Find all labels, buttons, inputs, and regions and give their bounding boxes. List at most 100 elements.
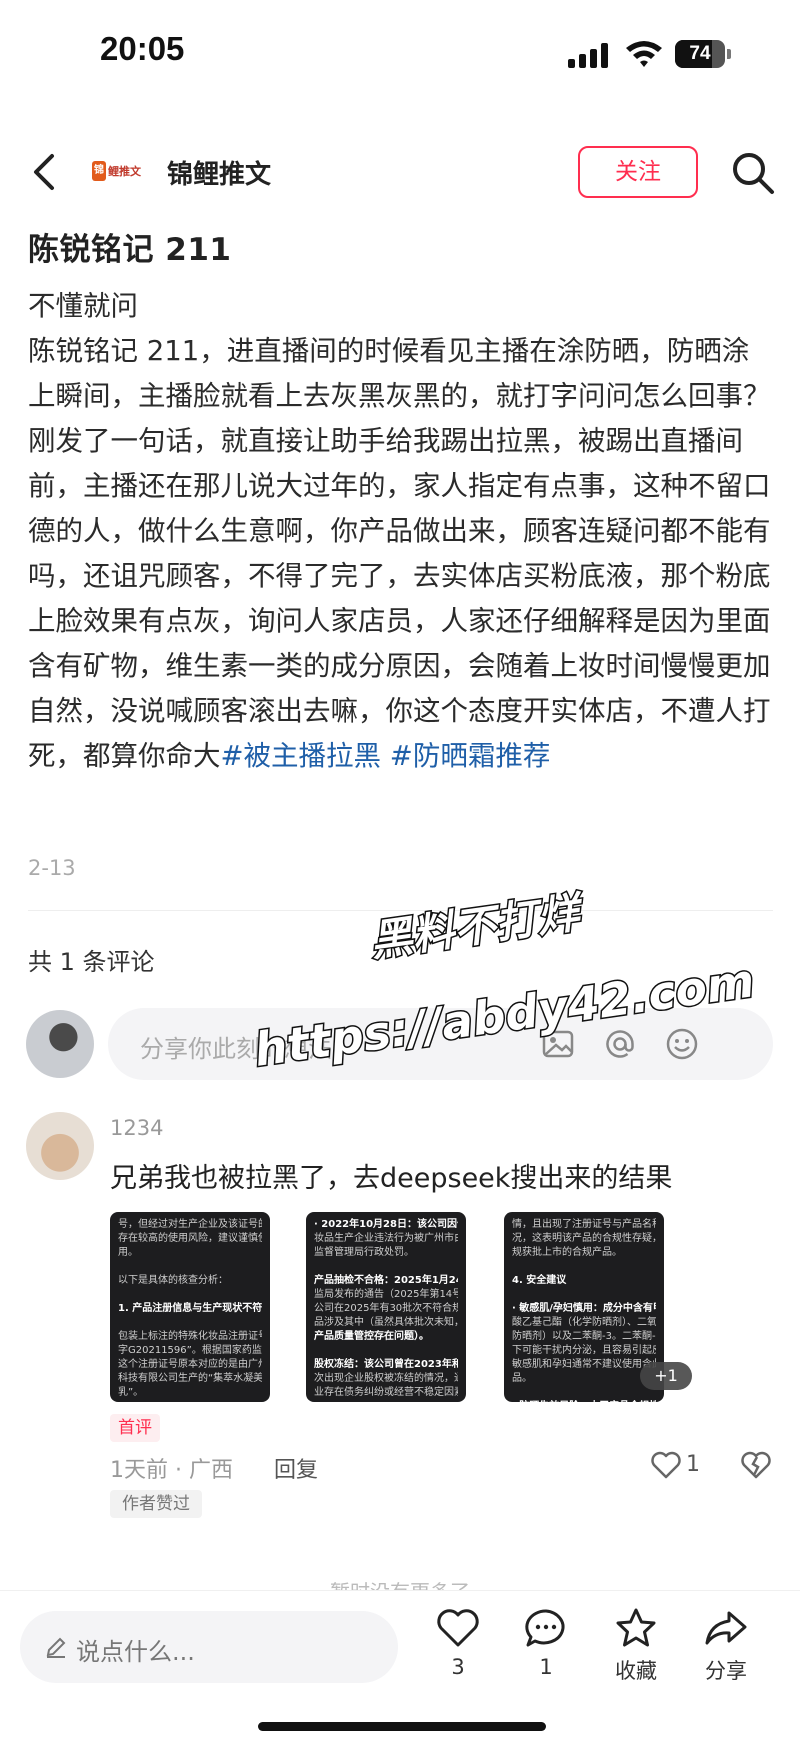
comment-input-placeholder: 分享你此刻的想法 bbox=[140, 1035, 332, 1063]
image-text-line: 酸乙基己酯（化学防晒剂）、二氧化钛（物理 bbox=[512, 1317, 656, 1328]
image-text-line: · 2022年10月28日：该公司因化 bbox=[314, 1219, 458, 1230]
image-text-line bbox=[118, 1400, 262, 1402]
status-bar: 20:05 74 bbox=[0, 0, 800, 110]
image-text-line: 产品质量管控存在问题）。 bbox=[314, 1331, 429, 1342]
like-count: 3 bbox=[451, 1655, 465, 1679]
image-text-line: 下可能干扰内分泌，且容易引起皮肤过敏， bbox=[512, 1345, 656, 1356]
image-icon[interactable] bbox=[540, 1026, 576, 1062]
author-liked-badge: 作者赞过 bbox=[110, 1490, 202, 1518]
mention-icon[interactable] bbox=[602, 1026, 638, 1062]
heart-icon bbox=[437, 1609, 479, 1647]
avatar[interactable] bbox=[26, 1010, 94, 1078]
image-text-line bbox=[512, 1386, 656, 1400]
image-text-line: 规获批上市的合规产品。 bbox=[512, 1247, 622, 1258]
image-text-line: 1. 产品注册信息与生产现状不符 bbox=[118, 1303, 262, 1314]
post-content: 陈锐铭记 211，进直播间的时候看见主播在涂防晒，防晒涂上瞬间，主播脸就看上去灰… bbox=[28, 329, 773, 779]
like-button[interactable]: 3 bbox=[418, 1607, 498, 1679]
comment-like-count: 1 bbox=[686, 1452, 700, 1477]
image-text-line: 乳”。 bbox=[118, 1387, 144, 1398]
image-text-line: 防晒剂）以及二苯酮-3。二苯酮-3在高浓度 bbox=[512, 1331, 656, 1342]
image-text-line: 品。 bbox=[512, 1373, 532, 1384]
comments-count: 共 1 条评论 bbox=[28, 948, 155, 976]
first-comment-badge: 首评 bbox=[110, 1414, 160, 1442]
image-text-line bbox=[314, 1344, 458, 1358]
more-images-badge[interactable]: +1 bbox=[640, 1362, 692, 1390]
share-button[interactable]: 分享 bbox=[686, 1607, 766, 1685]
star-icon bbox=[616, 1608, 656, 1647]
image-text-line: 监局发布的通告（2025年第14号）显示，该 bbox=[314, 1289, 458, 1300]
home-indicator bbox=[258, 1722, 546, 1731]
image-text-line bbox=[118, 1316, 262, 1330]
back-icon[interactable] bbox=[22, 148, 70, 196]
image-text-line: 敏感肌和孕妇通常不建议使用含此成分的产 bbox=[512, 1359, 656, 1370]
collect-label: 收藏 bbox=[615, 1659, 657, 1683]
post-date: 2-13 bbox=[28, 856, 76, 880]
image-text-line: 这个注册证号原本对应的是由广州科颜氏生物 bbox=[118, 1359, 262, 1370]
hashtag-link[interactable]: #被主播拉黑 bbox=[221, 740, 382, 772]
image-text-line: 存在较高的使用风险，建议谨慎使用或不要使 bbox=[118, 1233, 262, 1244]
image-text-line: · 敏感肌/孕妇慎用：成分中含有甲氧基肉桂 bbox=[512, 1303, 656, 1314]
comment-username[interactable]: 1234 bbox=[110, 1116, 163, 1140]
emoji-icon[interactable] bbox=[664, 1026, 700, 1062]
image-text-line bbox=[512, 1288, 656, 1302]
cellular-signal-icon bbox=[568, 42, 610, 68]
logo-mark: 锦 bbox=[92, 161, 106, 181]
image-text-line: 品涉及其中（虽然具体批次未知，但说明其 bbox=[314, 1317, 458, 1328]
author-logo[interactable]: 锦 鲤推文 bbox=[92, 156, 144, 186]
share-icon bbox=[705, 1611, 747, 1645]
post-header: 锦 鲤推文 锦鲤推文 关注 bbox=[0, 130, 800, 216]
image-text-line bbox=[512, 1260, 656, 1274]
collect-button[interactable]: 收藏 bbox=[596, 1607, 676, 1685]
heart-icon[interactable] bbox=[650, 1450, 682, 1480]
share-label: 分享 bbox=[705, 1659, 747, 1683]
follow-button[interactable]: 关注 bbox=[578, 146, 698, 198]
post-body: 不懂就问 陈锐铭记 211，进直播间的时候看见主播在涂防晒，防晒涂上瞬间，主播脸… bbox=[28, 284, 773, 779]
broken-heart-icon[interactable] bbox=[740, 1450, 772, 1480]
image-text-line: 监督管理局行政处罚。 bbox=[314, 1247, 414, 1258]
comment-button[interactable]: 1 bbox=[506, 1607, 586, 1679]
search-icon[interactable] bbox=[730, 150, 776, 196]
image-text-line: 产品抽检不合格：2025年1月24日，国家药 bbox=[314, 1275, 458, 1286]
image-text-line: 4. 安全建议 bbox=[512, 1275, 567, 1286]
comment-input[interactable]: 分享你此刻的想法 bbox=[108, 1008, 773, 1080]
author-name[interactable]: 锦鲤推文 bbox=[167, 154, 271, 191]
post-subtitle: 不懂就问 bbox=[28, 290, 138, 322]
image-text-line: 科技有限公司生产的“集萃水凝美白祛斑精华 bbox=[118, 1373, 262, 1384]
image-text-line: 况，这表明该产品的合规性存疑，可能并非正 bbox=[512, 1233, 656, 1244]
image-text-line: 用。 bbox=[118, 1247, 138, 1258]
image-text-line: 妆品生产企业违法行为被广州市白云区市场 bbox=[314, 1233, 458, 1244]
wifi-icon bbox=[626, 41, 662, 67]
say-something-input[interactable]: 说点什么... bbox=[20, 1611, 398, 1683]
status-time: 20:05 bbox=[100, 30, 185, 67]
image-text-line bbox=[314, 1400, 458, 1402]
comment-text: 兄弟我也被拉黑了，去deepseek搜出来的结果 bbox=[110, 1163, 673, 1194]
avatar[interactable] bbox=[26, 1112, 94, 1180]
reply-button[interactable]: 回复 bbox=[274, 1452, 318, 1484]
comment-image[interactable]: · 2022年10月28日：该公司因化妆品生产企业违法行为被广州市白云区市场监督… bbox=[306, 1212, 466, 1402]
pencil-icon bbox=[46, 1637, 66, 1658]
image-text-line: 以下是具体的核查分析： bbox=[118, 1275, 228, 1286]
image-text-line: 公司在2025年有30批次不符合规定的化妆 bbox=[314, 1303, 458, 1314]
image-text-line: 情，且出现了注册证号与产品名称不匹配的情 bbox=[512, 1219, 656, 1230]
image-text-line: 包装上标注的特殊化妆品注册证号为“国妆特 bbox=[118, 1331, 262, 1342]
battery-level: 74 bbox=[689, 43, 711, 64]
image-text-line bbox=[118, 1260, 262, 1274]
logo-text: 鲤推文 bbox=[108, 165, 141, 178]
image-text-line: 股权冻结：该公司曾在2023年和2025年多 bbox=[314, 1359, 458, 1370]
comment-count: 1 bbox=[539, 1655, 553, 1679]
say-input-placeholder: 说点什么... bbox=[76, 1638, 195, 1666]
image-text-line: 号，但经过对生产企业及该证号的详细核查， bbox=[118, 1219, 262, 1230]
hashtag-link[interactable]: #防晒霜推荐 bbox=[390, 740, 551, 772]
comment-meta: 1天前 · 广西 bbox=[110, 1458, 233, 1483]
comment-icon bbox=[525, 1609, 565, 1647]
image-text-line: 业存在债务纠纷或经营不稳定因素。 bbox=[314, 1387, 458, 1398]
comment-image[interactable]: 号，但经过对生产企业及该证号的详细核查， 存在较高的使用风险，建议谨慎使用或不要使… bbox=[110, 1212, 270, 1402]
image-text-line: · 防晒失效风险：由于产品合规性存疑，其宣 bbox=[512, 1400, 656, 1402]
post-content-text: 陈锐铭记 211，进直播间的时候看见主播在涂防晒，防晒涂上瞬间，主播脸就看上去灰… bbox=[28, 335, 771, 772]
image-text-line bbox=[314, 1260, 458, 1274]
image-text-line: 次出现企业股权被冻结的情况，通常意味着企 bbox=[314, 1373, 458, 1384]
watermark-line-1: 黑料不打烊 bbox=[367, 887, 588, 966]
image-text-line bbox=[118, 1288, 262, 1302]
battery-cap bbox=[727, 49, 731, 59]
divider bbox=[28, 910, 773, 911]
